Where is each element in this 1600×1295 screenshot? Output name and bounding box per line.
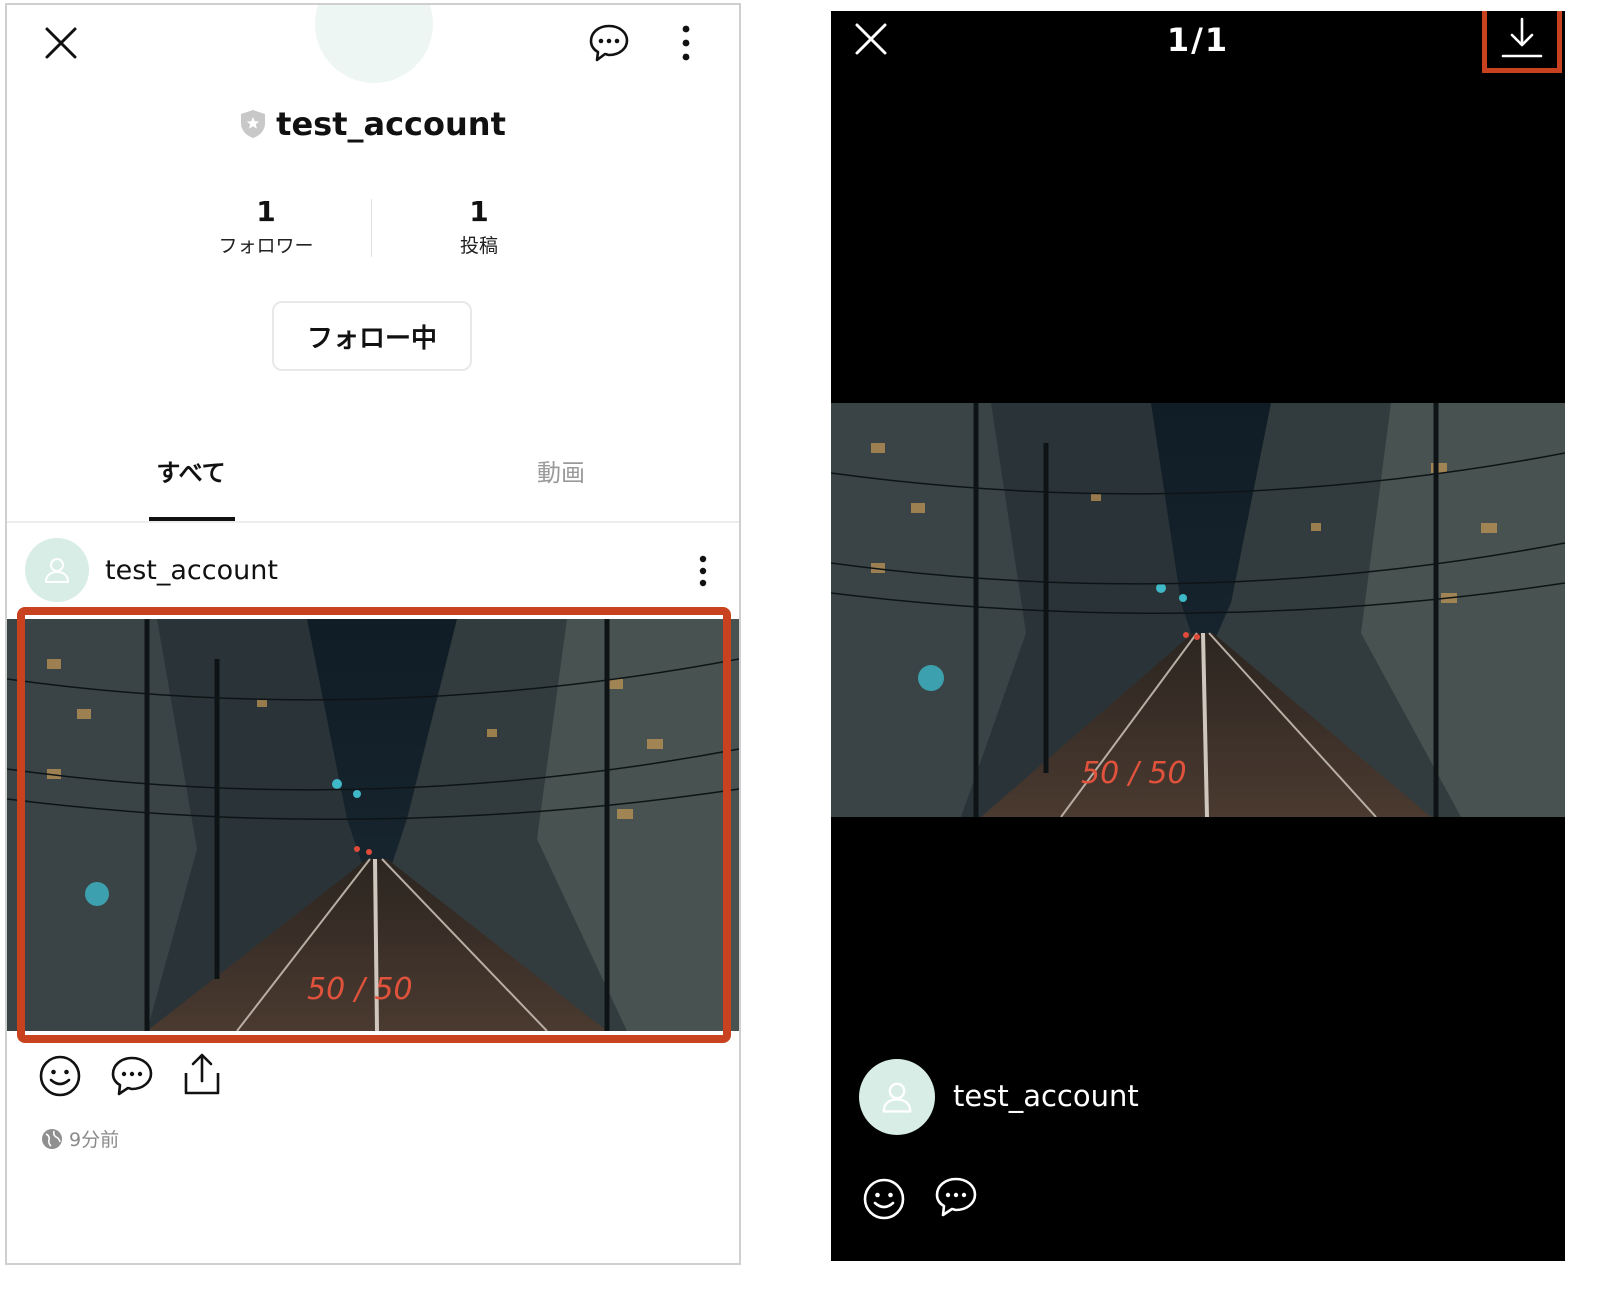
followers-count: 1	[256, 195, 276, 228]
chat-bubble-icon[interactable]	[587, 21, 631, 65]
profile-title: test_account	[7, 105, 739, 143]
post-time-text: 9分前	[69, 1129, 120, 1151]
viewer-user-icon	[882, 1082, 912, 1113]
shield-star-icon	[240, 109, 266, 139]
posts-label: 投稿	[459, 235, 498, 257]
viewer-comment-icon[interactable]	[933, 1174, 979, 1220]
posts-count: 1	[469, 195, 489, 228]
image-counter: 1/1	[1166, 21, 1230, 59]
post-time: 9分前	[41, 1125, 119, 1152]
viewer-avatar[interactable]	[859, 1059, 935, 1135]
posts-stat[interactable]: 1 投稿	[379, 195, 579, 258]
comment-icon[interactable]	[109, 1053, 155, 1099]
profile-username: test_account	[276, 105, 506, 143]
post-more-icon[interactable]	[691, 555, 715, 587]
post-avatar[interactable]	[25, 538, 89, 602]
smiley-icon[interactable]	[37, 1053, 83, 1099]
highlight-box-download	[1482, 11, 1562, 73]
share-icon[interactable]	[179, 1051, 225, 1097]
user-icon	[45, 558, 69, 583]
tab-divider	[7, 521, 739, 523]
close-icon[interactable]	[41, 23, 81, 63]
following-button[interactable]: フォロー中	[272, 301, 472, 371]
tab-videos[interactable]: 動画	[381, 453, 739, 488]
viewer-smiley-icon[interactable]	[861, 1176, 907, 1222]
tab-all[interactable]: すべて	[11, 453, 371, 488]
stat-divider	[371, 199, 372, 257]
viewer-photo[interactable]: 50 / 50	[831, 403, 1565, 817]
followers-label: フォロワー	[218, 235, 314, 257]
highlight-box-post-photo	[17, 607, 731, 1043]
profile-avatar-faded	[315, 5, 433, 83]
post-username[interactable]: test_account	[105, 555, 278, 586]
globe-icon	[42, 1128, 62, 1149]
image-viewer: 1/1 50 / 50 test_account	[831, 11, 1565, 1261]
more-vertical-icon[interactable]	[671, 23, 701, 63]
viewer-road-marking-text: 50 / 50	[1081, 756, 1187, 791]
profile-panel: test_account 1 フォロワー 1 投稿 フォロー中 すべて 動画 t…	[5, 3, 741, 1265]
followers-stat[interactable]: 1 フォロワー	[166, 195, 366, 258]
viewer-username[interactable]: test_account	[953, 1079, 1139, 1113]
